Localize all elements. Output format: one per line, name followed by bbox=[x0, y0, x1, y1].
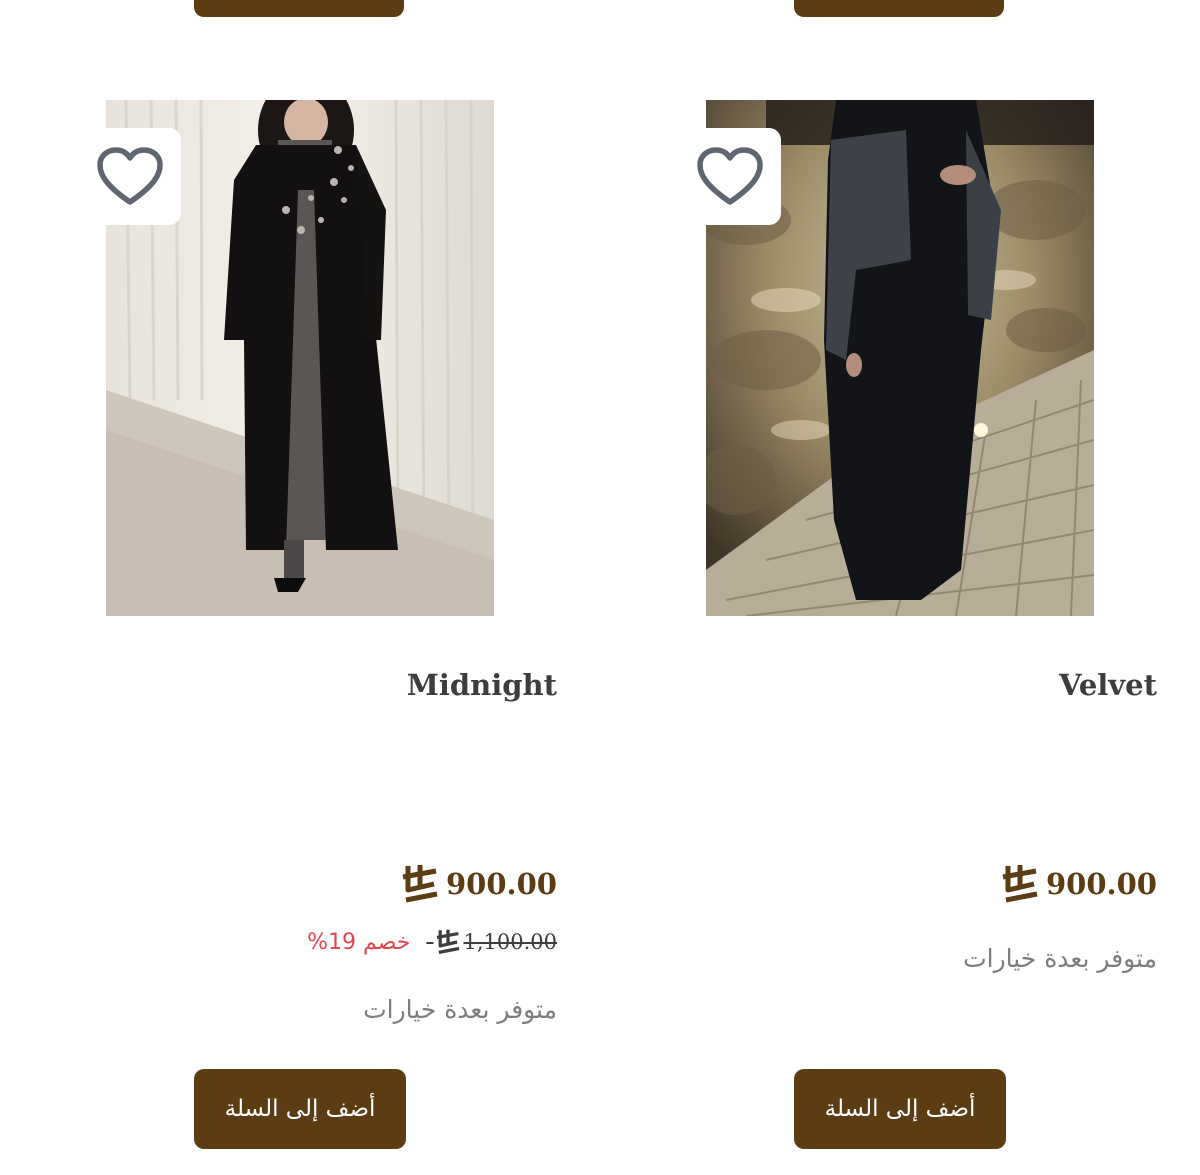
wishlist-button[interactable] bbox=[679, 128, 781, 225]
heart-outline-icon bbox=[697, 146, 763, 205]
minus-sign: - bbox=[426, 930, 434, 954]
add-to-cart-button[interactable]: أضف إلى السلة bbox=[194, 1069, 406, 1149]
product-title[interactable]: Velvet bbox=[1059, 668, 1157, 702]
product-price: 900.00 bbox=[1000, 864, 1157, 904]
price-amount: 900.00 bbox=[446, 867, 557, 901]
heart-outline-icon bbox=[97, 146, 163, 205]
saudi-riyal-icon bbox=[402, 865, 438, 903]
original-price: - 1,100.00 bbox=[426, 928, 557, 956]
product-card-velvet[interactable]: Velvet 900.00 متوفر بعدة خيارات أضف إلى … bbox=[600, 0, 1200, 1175]
availability-note: متوفر بعدة خيارات bbox=[363, 995, 557, 1024]
saudi-riyal-icon bbox=[437, 929, 460, 954]
price-amount: 900.00 bbox=[1046, 867, 1157, 901]
availability-note: متوفر بعدة خيارات bbox=[963, 944, 1157, 973]
product-card-midnight[interactable]: Midnight 900.00 خصم 19% - 1,100.00 متوفر… bbox=[0, 0, 600, 1175]
saudi-riyal-icon bbox=[1002, 865, 1038, 903]
original-price-amount: 1,100.00 bbox=[463, 930, 557, 954]
add-to-cart-button[interactable]: أضف إلى السلة bbox=[794, 1069, 1006, 1149]
product-title[interactable]: Midnight bbox=[407, 668, 557, 702]
price-comparison: خصم 19% - 1,100.00 bbox=[307, 928, 557, 956]
product-price: 900.00 bbox=[400, 864, 557, 904]
wishlist-button[interactable] bbox=[79, 128, 181, 225]
discount-badge: خصم 19% bbox=[307, 929, 411, 955]
